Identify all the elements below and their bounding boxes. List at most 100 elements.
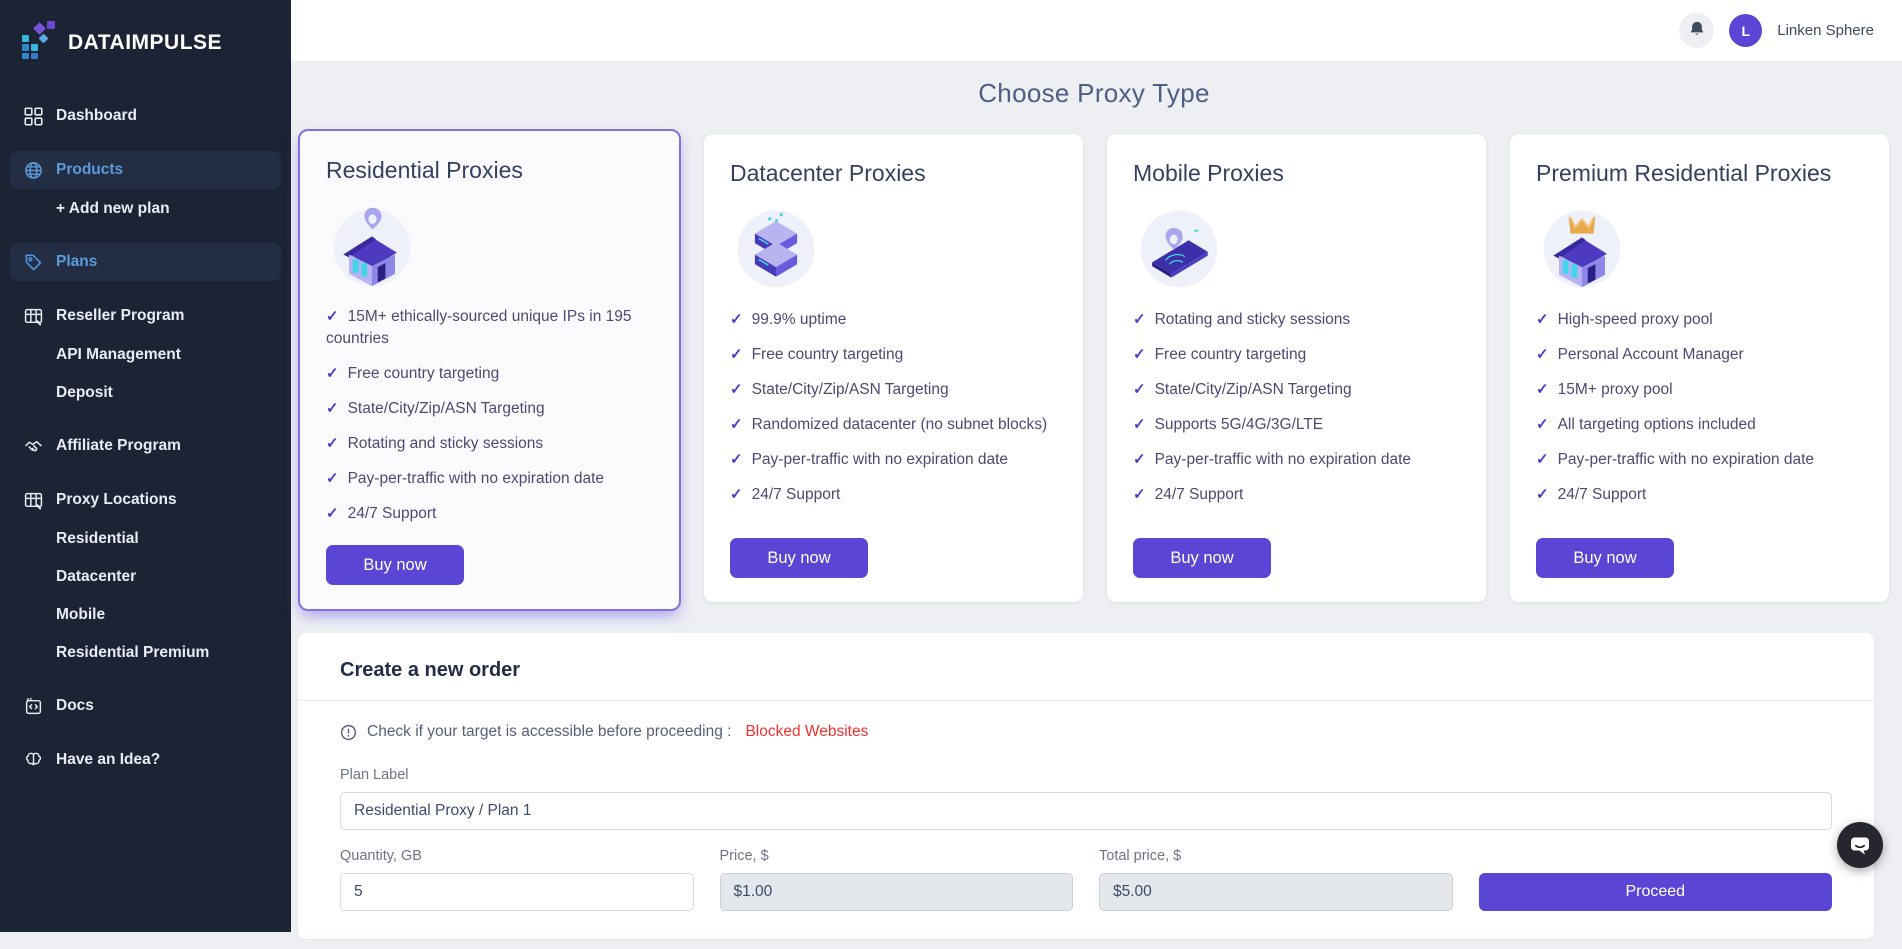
- notifications-button[interactable]: [1679, 13, 1714, 48]
- check-icon: ✓: [1536, 451, 1549, 468]
- card-title: Residential Proxies: [326, 157, 653, 184]
- chat-launcher-button[interactable]: [1837, 822, 1883, 868]
- sidebar-item-products[interactable]: Products: [10, 151, 281, 189]
- server-stack-illustration: [730, 201, 822, 293]
- check-icon: ✓: [326, 435, 339, 452]
- sidebar-item-affiliate-program[interactable]: Affiliate Program: [10, 427, 281, 465]
- feature-item: ✓Personal Account Manager: [1536, 344, 1863, 366]
- sidebar-item-label: Datacenter: [56, 568, 136, 586]
- sidebar-item-datacenter[interactable]: Datacenter: [10, 559, 281, 595]
- feature-item: ✓State/City/Zip/ASN Targeting: [326, 398, 653, 420]
- sidebar-item-proxy-locations[interactable]: Proxy Locations: [10, 481, 281, 519]
- sidebar-item-api-management[interactable]: API Management: [10, 337, 281, 373]
- check-icon: ✓: [730, 486, 743, 503]
- feature-item: ✓High-speed proxy pool: [1536, 309, 1863, 331]
- sidebar-item-label: Proxy Locations: [56, 491, 177, 509]
- check-icon: ✓: [326, 365, 339, 382]
- check-icon: ✓: [1536, 381, 1549, 398]
- sidebar-item-deposit[interactable]: Deposit: [10, 375, 281, 411]
- card-datacenter-proxies[interactable]: Datacenter Proxies: [703, 133, 1084, 603]
- sidebar-item-label: Dashboard: [56, 107, 137, 125]
- check-icon: ✓: [1536, 311, 1549, 328]
- feature-item: ✓Supports 5G/4G/3G/LTE: [1133, 414, 1460, 436]
- order-fields-row: Quantity, GB Price, $ Total price, $ Pro…: [340, 848, 1832, 911]
- topbar: L Linken Sphere: [291, 0, 1902, 62]
- sidebar-item-reseller-program[interactable]: Reseller Program: [10, 297, 281, 335]
- sidebar-item-label: Plans: [56, 253, 97, 271]
- feature-item: ✓24/7 Support: [730, 484, 1057, 506]
- sidebar-item-docs[interactable]: Docs: [10, 687, 281, 725]
- card-title: Premium Residential Proxies: [1536, 160, 1863, 187]
- quantity-input[interactable]: [340, 873, 694, 911]
- feature-item: ✓Randomized datacenter (no subnet blocks…: [730, 414, 1057, 436]
- chat-bubble-icon: [1849, 834, 1871, 856]
- docs-code-icon: [23, 696, 43, 716]
- plan-label: Plan Label: [340, 767, 1832, 783]
- user-name[interactable]: Linken Sphere: [1777, 22, 1874, 39]
- sidebar-item-label: Deposit: [56, 384, 113, 402]
- total-price-label: Total price, $: [1099, 848, 1453, 864]
- check-icon: ✓: [326, 505, 339, 522]
- feature-list: ✓99.9% uptime ✓Free country targeting ✓S…: [730, 309, 1057, 519]
- card-mobile-proxies[interactable]: Mobile Proxies ✓Rotating and sticky sess…: [1106, 133, 1487, 603]
- sidebar-item-add-new-plan[interactable]: + Add new plan: [10, 191, 281, 227]
- feature-item: ✓Rotating and sticky sessions: [1133, 309, 1460, 331]
- tag-icon: [23, 252, 43, 272]
- buy-now-button-datacenter[interactable]: Buy now: [730, 538, 868, 578]
- sidebar-item-label: Products: [56, 161, 123, 179]
- avatar[interactable]: L: [1729, 14, 1762, 47]
- logo[interactable]: DATAIMPULSE: [0, 16, 291, 75]
- sidebar-item-have-an-idea[interactable]: Have an Idea?: [10, 741, 281, 779]
- handshake-icon: [23, 436, 43, 456]
- card-title: Mobile Proxies: [1133, 160, 1460, 187]
- feature-item: ✓Pay-per-traffic with no expiration date: [730, 449, 1057, 471]
- check-icon: ✓: [1536, 416, 1549, 433]
- buy-now-button-mobile[interactable]: Buy now: [1133, 538, 1271, 578]
- sidebar-item-residential-premium[interactable]: Residential Premium: [10, 635, 281, 671]
- sidebar-item-mobile[interactable]: Mobile: [10, 597, 281, 633]
- quantity-label: Quantity, GB: [340, 848, 694, 864]
- proceed-button[interactable]: Proceed: [1479, 873, 1833, 911]
- main-area: L Linken Sphere Choose Proxy Type Reside…: [291, 0, 1902, 932]
- card-residential-proxies[interactable]: Residential Proxies ✓15M+: [298, 129, 681, 611]
- total-price-input: [1099, 873, 1453, 911]
- feature-item: ✓State/City/Zip/ASN Targeting: [730, 379, 1057, 401]
- info-icon: [340, 724, 357, 741]
- check-icon: ✓: [1133, 451, 1146, 468]
- feature-item: ✓Free country targeting: [730, 344, 1057, 366]
- check-icon: ✓: [326, 308, 339, 325]
- buy-now-button-residential[interactable]: Buy now: [326, 545, 464, 585]
- sidebar-nav: Dashboard Products + Add new plan: [0, 97, 291, 799]
- feature-item: ✓Pay-per-traffic with no expiration date: [1133, 449, 1460, 471]
- plan-label-group: Plan Label: [340, 767, 1832, 830]
- crown-house-illustration: [1536, 201, 1628, 293]
- sidebar-item-residential[interactable]: Residential: [10, 521, 281, 557]
- sidebar-item-label: Residential: [56, 530, 139, 548]
- sidebar: DATAIMPULSE Dashboard: [0, 0, 291, 932]
- check-icon: ✓: [730, 451, 743, 468]
- feature-item: ✓24/7 Support: [1536, 484, 1863, 506]
- table-pencil-icon: [23, 306, 43, 326]
- buy-now-button-premium[interactable]: Buy now: [1536, 538, 1674, 578]
- card-premium-residential-proxies[interactable]: Premium Residential Proxies: [1509, 133, 1890, 603]
- sidebar-item-label: Residential Premium: [56, 644, 209, 662]
- feature-item: ✓24/7 Support: [326, 503, 653, 525]
- sidebar-item-label: + Add new plan: [56, 200, 170, 218]
- check-icon: ✓: [730, 311, 743, 328]
- order-form: Plan Label Quantity, GB Price, $: [298, 741, 1874, 911]
- feature-item: ✓All targeting options included: [1536, 414, 1863, 436]
- logo-text: DATAIMPULSE: [68, 31, 222, 55]
- page-title: Choose Proxy Type: [298, 78, 1890, 109]
- order-panel-title: Create a new order: [298, 659, 1874, 682]
- price-input: [720, 873, 1074, 911]
- sidebar-item-label: Have an Idea?: [56, 751, 160, 769]
- feature-list: ✓High-speed proxy pool ✓Personal Account…: [1536, 309, 1863, 519]
- blocked-websites-link[interactable]: Blocked Websites: [745, 723, 868, 741]
- sidebar-item-plans[interactable]: Plans: [10, 243, 281, 281]
- plan-label-input[interactable]: [340, 792, 1832, 830]
- feature-item: ✓Free country targeting: [326, 363, 653, 385]
- check-icon: ✓: [1133, 346, 1146, 363]
- feature-item: ✓15M+ proxy pool: [1536, 379, 1863, 401]
- sidebar-item-dashboard[interactable]: Dashboard: [10, 97, 281, 135]
- price-group: Price, $: [720, 848, 1074, 911]
